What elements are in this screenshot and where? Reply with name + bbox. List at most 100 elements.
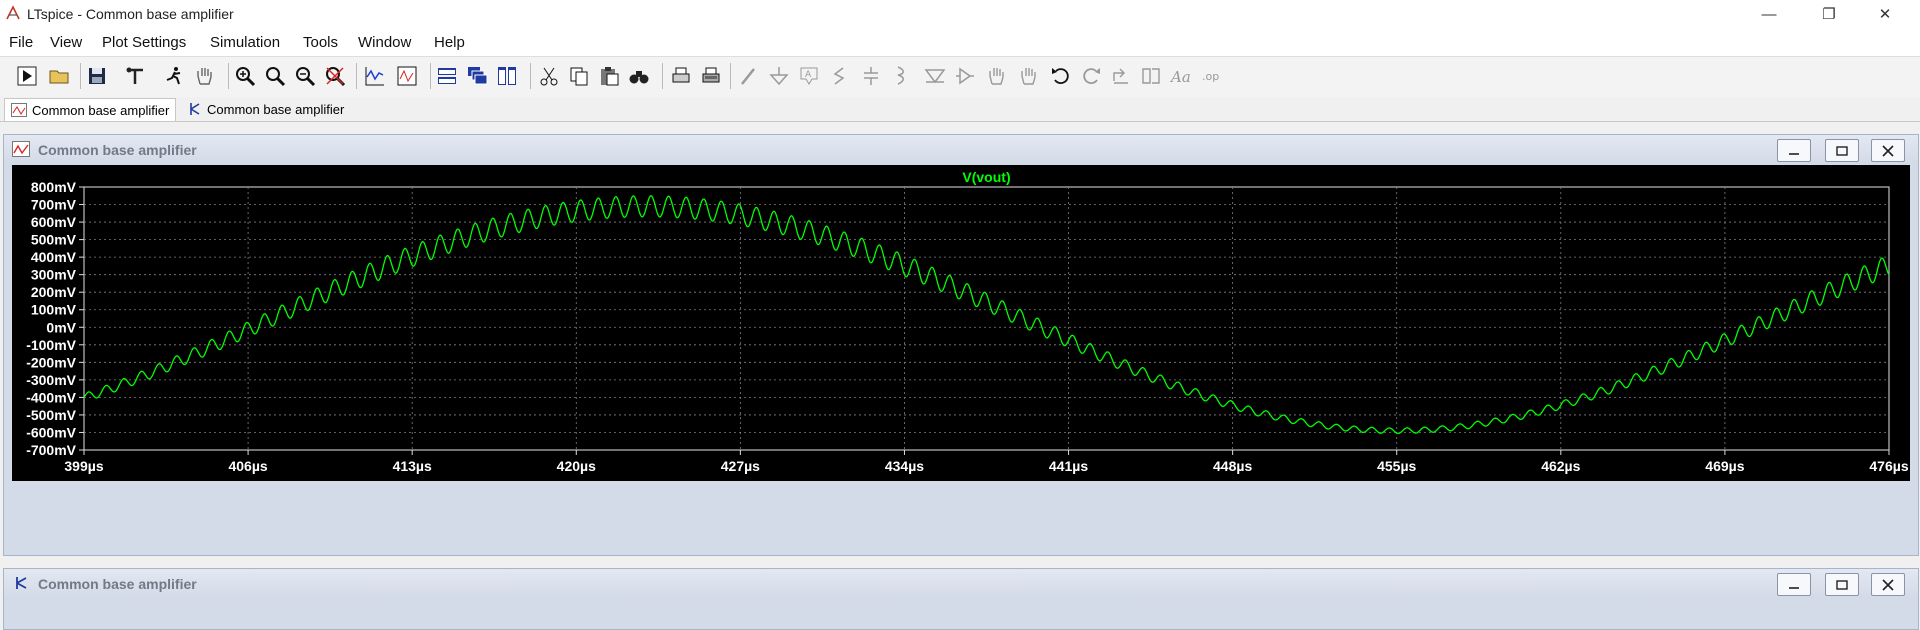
x-tick-label: 420µs — [557, 458, 596, 474]
schematic-window-title: Common base amplifier — [38, 576, 197, 592]
y-tick-label: -600mV — [26, 424, 76, 440]
y-tick-label: -400mV — [26, 389, 76, 405]
waveform-window-title: Common base amplifier — [38, 142, 197, 158]
text-icon[interactable]: Aa — [1168, 63, 1194, 89]
paste-icon[interactable] — [596, 63, 622, 89]
y-tick-label: 200mV — [31, 284, 77, 300]
print-preview-icon[interactable] — [698, 63, 724, 89]
label-net-icon[interactable]: A — [796, 63, 822, 89]
waveform-plot[interactable]: 800mV 700mV600mV 500mV400mV 300mV200mV 100mV… — [12, 165, 1910, 481]
redo-icon[interactable] — [1078, 63, 1104, 89]
waveform-icon — [12, 141, 30, 157]
undo-icon[interactable] — [1048, 63, 1074, 89]
schematic-close-button[interactable] — [1871, 573, 1905, 596]
x-tick-label: 399µs — [64, 458, 103, 474]
minimize-button[interactable]: — — [1746, 0, 1792, 28]
zoom-area-icon[interactable] — [262, 63, 288, 89]
wire-icon[interactable] — [736, 63, 762, 89]
x-tick-label: 469µs — [1705, 458, 1744, 474]
ground-icon[interactable] — [766, 63, 792, 89]
find-icon[interactable] — [626, 63, 652, 89]
y-tick-label: -700mV — [26, 442, 76, 458]
visible-traces-icon[interactable] — [394, 63, 420, 89]
control-panel-icon[interactable] — [122, 63, 148, 89]
tile-horizontal-icon[interactable] — [434, 63, 460, 89]
waveform-window-titlebar[interactable]: Common base amplifier — [4, 135, 1918, 163]
menu-view[interactable]: View — [50, 34, 82, 51]
run-icon[interactable] — [14, 63, 40, 89]
cascade-icon[interactable] — [464, 63, 490, 89]
plot-frame — [83, 186, 1890, 451]
open-icon[interactable] — [46, 63, 72, 89]
copy-icon[interactable] — [566, 63, 592, 89]
menu-help[interactable]: Help — [434, 34, 465, 51]
menu-simulation[interactable]: Simulation — [210, 34, 280, 51]
ltspice-logo-icon — [6, 5, 20, 20]
zoom-out-icon[interactable] — [292, 63, 318, 89]
waveform-window: Common base amplifier 800mV 700mV 600mV 500… — [3, 134, 1919, 556]
y-tick-label: 100mV — [31, 302, 77, 318]
svg-text:A: A — [805, 70, 812, 80]
menu-bar: File View Plot Settings Simulation Tools… — [0, 28, 1920, 56]
x-tick-label: 462µs — [1541, 458, 1580, 474]
tile-vertical-icon[interactable] — [494, 63, 520, 89]
y-tick-label: 400mV — [31, 249, 77, 265]
tab-schematic[interactable]: Common base amplifier — [182, 98, 350, 120]
x-tick-label: 476µs — [1869, 458, 1908, 474]
zoom-cancel-icon[interactable] — [322, 63, 348, 89]
zoom-in-icon[interactable] — [232, 63, 258, 89]
trace-label: V(vout) — [962, 169, 1010, 185]
resistor-icon[interactable] — [826, 63, 852, 89]
mirror-icon[interactable] — [1138, 63, 1164, 89]
rotate-icon[interactable] — [1108, 63, 1134, 89]
tab-waveform[interactable]: Common base amplifier — [4, 98, 177, 121]
pan-hand-icon[interactable] — [192, 63, 218, 89]
plot-pane[interactable]: 800mV 700mV 600mV 500mV 400mV 300mV 200mV 100mV… — [12, 165, 1910, 481]
y-tick-label: -300mV — [26, 372, 76, 388]
menu-file[interactable]: File — [9, 34, 33, 51]
x-tick-label: 406µs — [228, 458, 267, 474]
menu-tools[interactable]: Tools — [303, 34, 338, 51]
cut-icon[interactable] — [536, 63, 562, 89]
y-tick-label: -100mV — [26, 337, 76, 353]
close-button[interactable]: ✕ — [1862, 0, 1908, 28]
print-icon[interactable] — [668, 63, 694, 89]
waveform-maximize-button[interactable] — [1825, 139, 1859, 162]
inductor-icon[interactable] — [888, 63, 914, 89]
waveform-icon — [11, 103, 27, 117]
toolbar: A Aa .op — [0, 56, 1920, 98]
y-tick-label: 600mV — [31, 214, 77, 230]
capacitor-icon[interactable] — [858, 63, 884, 89]
waveform-minimize-button[interactable] — [1777, 139, 1811, 162]
schematic-icon — [16, 577, 27, 589]
halt-icon[interactable] — [161, 63, 187, 89]
title-bar: LTspice - Common base amplifier — ❐ ✕ — [0, 0, 1920, 28]
menu-plot-settings[interactable]: Plot Settings — [102, 34, 186, 51]
restore-button[interactable]: ❐ — [1806, 0, 1852, 28]
diode-icon[interactable] — [922, 63, 948, 89]
y-tick-label: 500mV — [31, 232, 77, 248]
x-tick-label: 441µs — [1049, 458, 1088, 474]
move-icon[interactable] — [984, 63, 1010, 89]
schematic-window-titlebar[interactable]: Common base amplifier — [4, 569, 1918, 597]
waveform-close-button[interactable] — [1871, 139, 1905, 162]
schematic-minimize-button[interactable] — [1777, 573, 1811, 596]
schematic-maximize-button[interactable] — [1825, 573, 1859, 596]
y-tick-label: 0mV — [46, 319, 76, 335]
autorange-icon[interactable] — [362, 63, 388, 89]
x-tick-label: 427µs — [721, 458, 760, 474]
component-icon[interactable] — [952, 63, 978, 89]
y-tick-label: 700mV — [31, 197, 77, 213]
menu-window[interactable]: Window — [358, 34, 411, 51]
x-tick-label: 455µs — [1377, 458, 1416, 474]
save-icon[interactable] — [84, 63, 110, 89]
drag-icon[interactable] — [1016, 63, 1042, 89]
y-tick-label: 800mV — [31, 179, 77, 195]
x-tick-label: 434µs — [885, 458, 924, 474]
x-tick-label: 448µs — [1213, 458, 1252, 474]
y-tick-label: -500mV — [26, 407, 76, 423]
schematic-window: Common base amplifier — [3, 568, 1919, 630]
tab-schematic-label: Common base amplifier — [207, 101, 345, 117]
spice-directive-icon[interactable]: .op — [1200, 63, 1226, 89]
schematic-icon — [190, 103, 200, 115]
